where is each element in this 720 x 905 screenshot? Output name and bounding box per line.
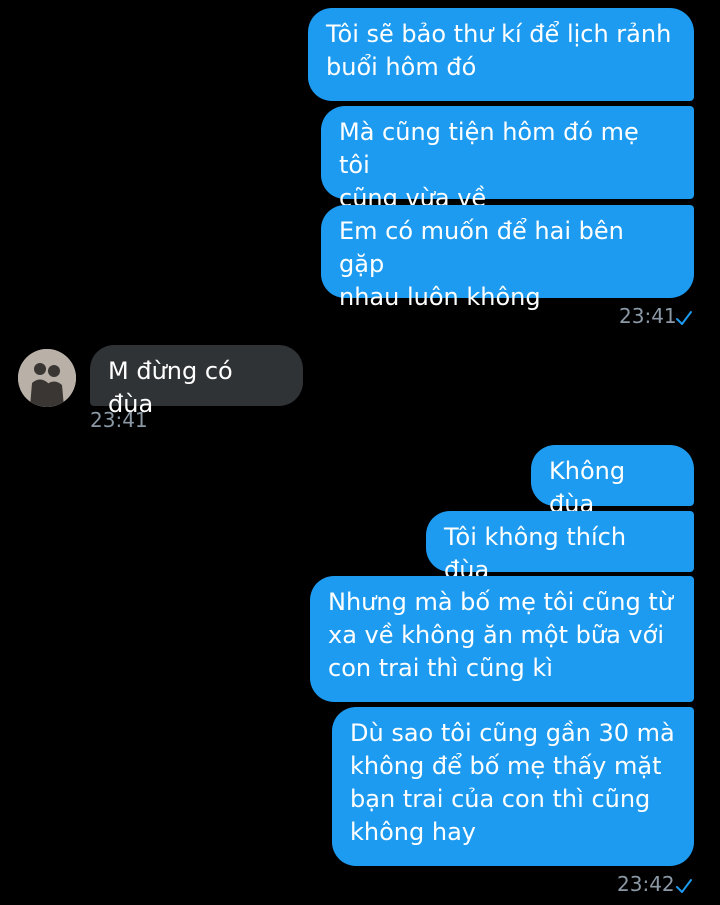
message-bubble-outgoing[interactable]: Tôi sẽ bảo thư kí để lịch rảnh buổi hôm … xyxy=(308,8,694,101)
avatar-photo-icon xyxy=(18,349,76,407)
message-timestamp: 23:42 xyxy=(617,872,675,896)
message-timestamp: 23:41 xyxy=(619,304,677,328)
message-bubble-outgoing[interactable]: Không đùa xyxy=(531,445,694,518)
message-bubble-outgoing[interactable]: Mà cũng tiện hôm đó mẹ tôi cũng vừa về xyxy=(321,106,694,212)
avatar[interactable] xyxy=(18,349,76,407)
message-bubble-outgoing[interactable]: Em có muốn để hai bên gặp nhau luôn khôn… xyxy=(321,205,694,311)
message-bubble-outgoing[interactable]: Dù sao tôi cũng gần 30 mà không để bố mẹ… xyxy=(332,707,694,866)
message-timestamp: 23:41 xyxy=(90,408,148,432)
message-bubble-outgoing[interactable]: Nhưng mà bố mẹ tôi cũng từ xa về không ă… xyxy=(310,576,694,702)
check-icon xyxy=(676,879,692,893)
message-bubble-outgoing[interactable]: Tôi không thích đùa xyxy=(426,511,694,584)
message-bubble-incoming[interactable]: M đừng có đùa xyxy=(90,345,303,418)
check-icon xyxy=(676,311,692,325)
